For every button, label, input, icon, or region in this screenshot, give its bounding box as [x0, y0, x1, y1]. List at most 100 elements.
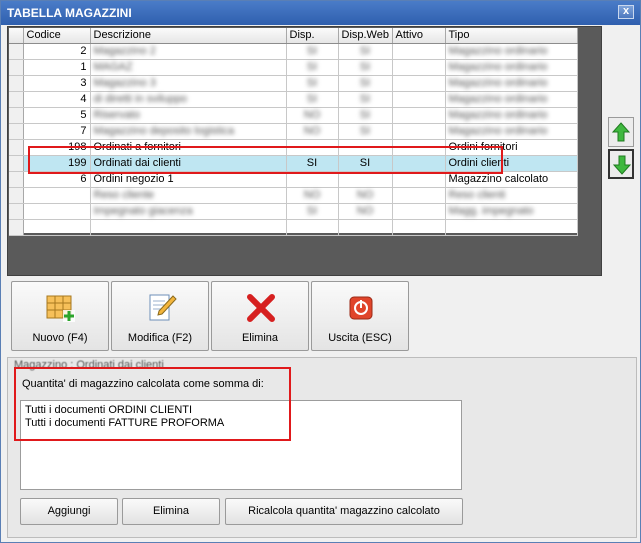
table-row[interactable]: 2 Magazzino 2 SI SI Magazzino ordinario [9, 43, 578, 60]
cell-disp-web: SI [338, 123, 393, 140]
cell-tipo: Magazzino ordinario [445, 43, 578, 60]
cell-codice [23, 203, 91, 220]
header-tipo[interactable]: Tipo [445, 28, 578, 44]
calc-sources-memo[interactable]: Tutti i documenti ORDINI CLIENTI Tutti i… [20, 400, 462, 490]
exit-button-label: Uscita (ESC) [328, 332, 392, 344]
cell-disp: NO [286, 187, 339, 204]
cell-disp: SI [286, 43, 339, 60]
cell-codice: 7 [23, 123, 91, 140]
cell-codice [23, 187, 91, 204]
grid-area: Codice Descrizione Disp. Disp.Web Attivo… [7, 26, 602, 276]
cell-descrizione: Magazzino deposito logistica [90, 123, 287, 140]
cell-disp-web: SI [338, 107, 393, 124]
cell-descrizione: Ordinati dai clienti [90, 155, 287, 172]
cell-disp-web: SI [338, 59, 393, 76]
row-indicator [9, 171, 24, 188]
row-indicator [9, 219, 24, 236]
cell-disp: NO [286, 123, 339, 140]
cell-disp [286, 139, 339, 156]
cell-descrizione: Ordini negozio 1 [90, 171, 287, 188]
cell-disp: SI [286, 75, 339, 92]
cell-descrizione: Impegnato giacenza [90, 203, 287, 220]
cell-disp-web: SI [338, 43, 393, 60]
cell-codice: 199 [23, 155, 91, 172]
cell-disp [286, 171, 339, 188]
calcolo-panel: Magazzino : Ordinati dai clienti Quantit… [7, 357, 637, 538]
cell-attivo [392, 139, 446, 156]
cell-attivo [392, 59, 446, 76]
cell-descrizione: Ordinati a fornitori [90, 139, 287, 156]
cell-disp: SI [286, 155, 339, 172]
table-row[interactable]: 7 Magazzino deposito logistica NO SI Magazzi… [9, 123, 578, 140]
cell-disp-web [338, 219, 393, 236]
table-row[interactable] [9, 219, 578, 236]
close-icon: x [622, 5, 630, 17]
power-icon [349, 296, 373, 320]
cell-attivo [392, 43, 446, 60]
magazzino-title: Magazzino : Ordinati dai clienti [14, 359, 164, 371]
add-source-button[interactable]: Aggiungi [20, 498, 118, 525]
arrow-up-icon [612, 122, 630, 142]
table-row[interactable]: 6 Ordini negozio 1 Magazzino calcolato [9, 171, 578, 188]
cell-codice: 4 [23, 91, 91, 108]
move-up-button[interactable] [608, 117, 634, 147]
recalc-button[interactable]: Ricalcola quantita' magazzino calcolato [225, 498, 463, 525]
table-row[interactable]: 1 MAGAZ SI SI Magazzino ordinario [9, 59, 578, 76]
exit-button[interactable]: Uscita (ESC) [311, 281, 409, 351]
cell-disp-web [338, 171, 393, 188]
cell-attivo [392, 155, 446, 172]
cell-tipo: Magazzino ordinario [445, 75, 578, 92]
cell-disp-web: SI [338, 75, 393, 92]
cell-codice [23, 219, 91, 236]
new-button[interactable]: Nuovo (F4) [11, 281, 109, 351]
table-row[interactable]: Impegnato giacenza SI NO Magg. impegnato [9, 203, 578, 220]
table-row[interactable]: 3 Magazzino 3 SI SI Magazzino ordinario [9, 75, 578, 92]
cell-disp-web: NO [338, 187, 393, 204]
remove-source-button[interactable]: Elimina [122, 498, 220, 525]
row-indicator [9, 155, 24, 172]
edit-button[interactable]: Modifica (F2) [111, 281, 209, 351]
table-row[interactable]: 4 di diretti in sviluppo SI SI Magazzino ord… [9, 91, 578, 108]
edit-document-icon [149, 294, 177, 321]
tabella-magazzini-window: TABELLA MAGAZZINI x Codice Descrizione D… [0, 0, 641, 543]
window-title: TABELLA MAGAZZINI [7, 6, 132, 20]
cell-attivo [392, 75, 446, 92]
row-indicator [9, 75, 24, 92]
cell-descrizione: Riservato [90, 107, 287, 124]
cell-tipo [445, 219, 578, 236]
close-button[interactable]: x [618, 5, 634, 19]
cell-disp-web: SI [338, 155, 393, 172]
new-button-label: Nuovo (F4) [32, 332, 88, 344]
cell-descrizione: Reso cliente [90, 187, 287, 204]
header-disp[interactable]: Disp. [286, 28, 339, 44]
calc-description-label: Quantita' di magazzino calcolata come so… [22, 378, 264, 390]
cell-descrizione: Magazzino 3 [90, 75, 287, 92]
header-attivo[interactable]: Attivo [392, 28, 446, 44]
table-row[interactable]: 5 Riservato NO SI Magazzino ordinario [9, 107, 578, 124]
cell-attivo [392, 171, 446, 188]
cell-disp: SI [286, 59, 339, 76]
window-titlebar: TABELLA MAGAZZINI x [1, 1, 640, 25]
cell-tipo: Reso clienti [445, 187, 578, 204]
magazzini-table: Codice Descrizione Disp. Disp.Web Attivo… [9, 28, 578, 236]
cell-attivo [392, 203, 446, 220]
cell-disp [286, 219, 339, 236]
row-indicator [9, 187, 24, 204]
header-descrizione[interactable]: Descrizione [90, 28, 287, 44]
cell-codice: 5 [23, 107, 91, 124]
table-row[interactable]: 199 Ordinati dai clienti SI SI Ordini client… [9, 155, 578, 172]
row-indicator [9, 139, 24, 156]
table-row[interactable]: 198 Ordinati a fornitori Ordini fornitori [9, 139, 578, 156]
cell-codice: 198 [23, 139, 91, 156]
move-down-button[interactable] [608, 149, 634, 179]
cell-codice: 2 [23, 43, 91, 60]
cell-tipo: Magg. impegnato [445, 203, 578, 220]
table-row[interactable]: Reso cliente NO NO Reso clienti [9, 187, 578, 204]
row-indicator [9, 203, 24, 220]
cell-tipo: Magazzino ordinario [445, 107, 578, 124]
row-indicator [9, 123, 24, 140]
cell-tipo: Magazzino ordinario [445, 123, 578, 140]
header-disp-web[interactable]: Disp.Web [338, 28, 393, 44]
delete-button[interactable]: Elimina [211, 281, 309, 351]
header-codice[interactable]: Codice [23, 28, 91, 44]
